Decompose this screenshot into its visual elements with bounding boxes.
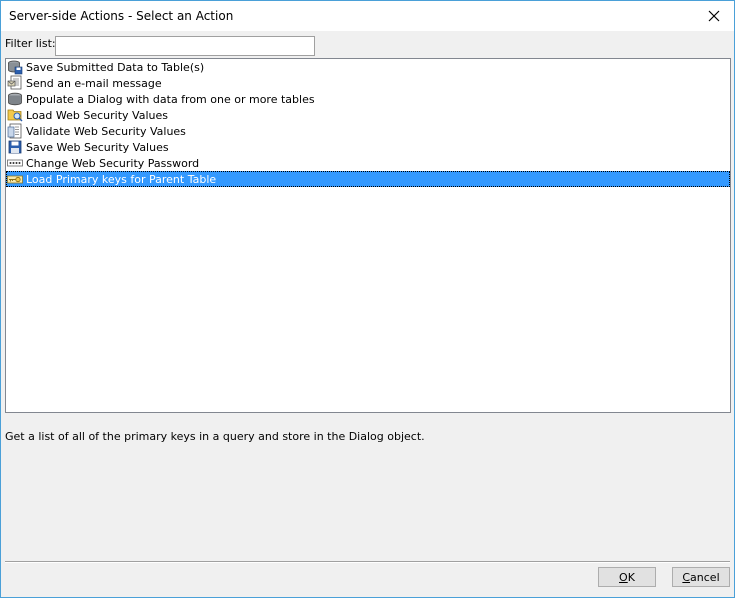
password-field-icon: [7, 159, 23, 167]
list-item[interactable]: Populate a Dialog with data from one or …: [6, 91, 730, 107]
list-item-label: Save Submitted Data to Table(s): [26, 60, 205, 74]
actions-list[interactable]: Save Submitted Data to Table(s) Send an …: [5, 58, 731, 413]
list-item-label: Load Primary keys for Parent Table: [26, 172, 217, 186]
close-icon: [708, 10, 720, 22]
document-list-icon: [7, 123, 22, 139]
ok-button-label: K: [627, 570, 635, 584]
filter-input[interactable]: [55, 36, 315, 56]
list-item[interactable]: Save Submitted Data to Table(s): [6, 59, 730, 75]
list-item-selected[interactable]: Load Primary keys for Parent Table: [6, 171, 730, 187]
list-item-label: Change Web Security Password: [26, 156, 200, 170]
key-table-icon: [7, 175, 23, 184]
list-item-label: Validate Web Security Values: [26, 124, 186, 138]
dialog-window: Server-side Actions - Select an Action F…: [0, 0, 735, 598]
ok-button[interactable]: OK: [598, 567, 656, 587]
close-button[interactable]: [694, 1, 734, 31]
cancel-button[interactable]: Cancel: [672, 567, 730, 587]
email-document-icon: [7, 75, 22, 90]
filter-label: Filter list:: [5, 37, 56, 50]
list-item[interactable]: Validate Web Security Values: [6, 123, 730, 139]
list-item[interactable]: Change Web Security Password: [6, 155, 730, 171]
action-description: Get a list of all of the primary keys in…: [5, 430, 425, 443]
window-title: Server-side Actions - Select an Action: [9, 9, 234, 23]
folder-magnifier-icon: [7, 109, 23, 122]
list-item[interactable]: Save Web Security Values: [6, 139, 730, 155]
ok-button-mnemonic: O: [619, 570, 628, 584]
list-item[interactable]: Send an e-mail message: [6, 75, 730, 91]
database-icon: [8, 92, 22, 106]
list-item-label: Save Web Security Values: [26, 140, 169, 154]
list-item[interactable]: Load Web Security Values: [6, 107, 730, 123]
floppy-disk-icon: [8, 140, 22, 154]
list-item-label: Populate a Dialog with data from one or …: [26, 92, 315, 106]
cancel-button-mnemonic: C: [682, 570, 691, 584]
list-item-label: Send an e-mail message: [26, 76, 162, 90]
cancel-button-label: ancel: [690, 570, 720, 584]
database-save-icon: [8, 60, 23, 75]
divider: [5, 561, 730, 563]
list-item-label: Load Web Security Values: [26, 108, 168, 122]
title-bar[interactable]: Server-side Actions - Select an Action: [1, 1, 734, 31]
